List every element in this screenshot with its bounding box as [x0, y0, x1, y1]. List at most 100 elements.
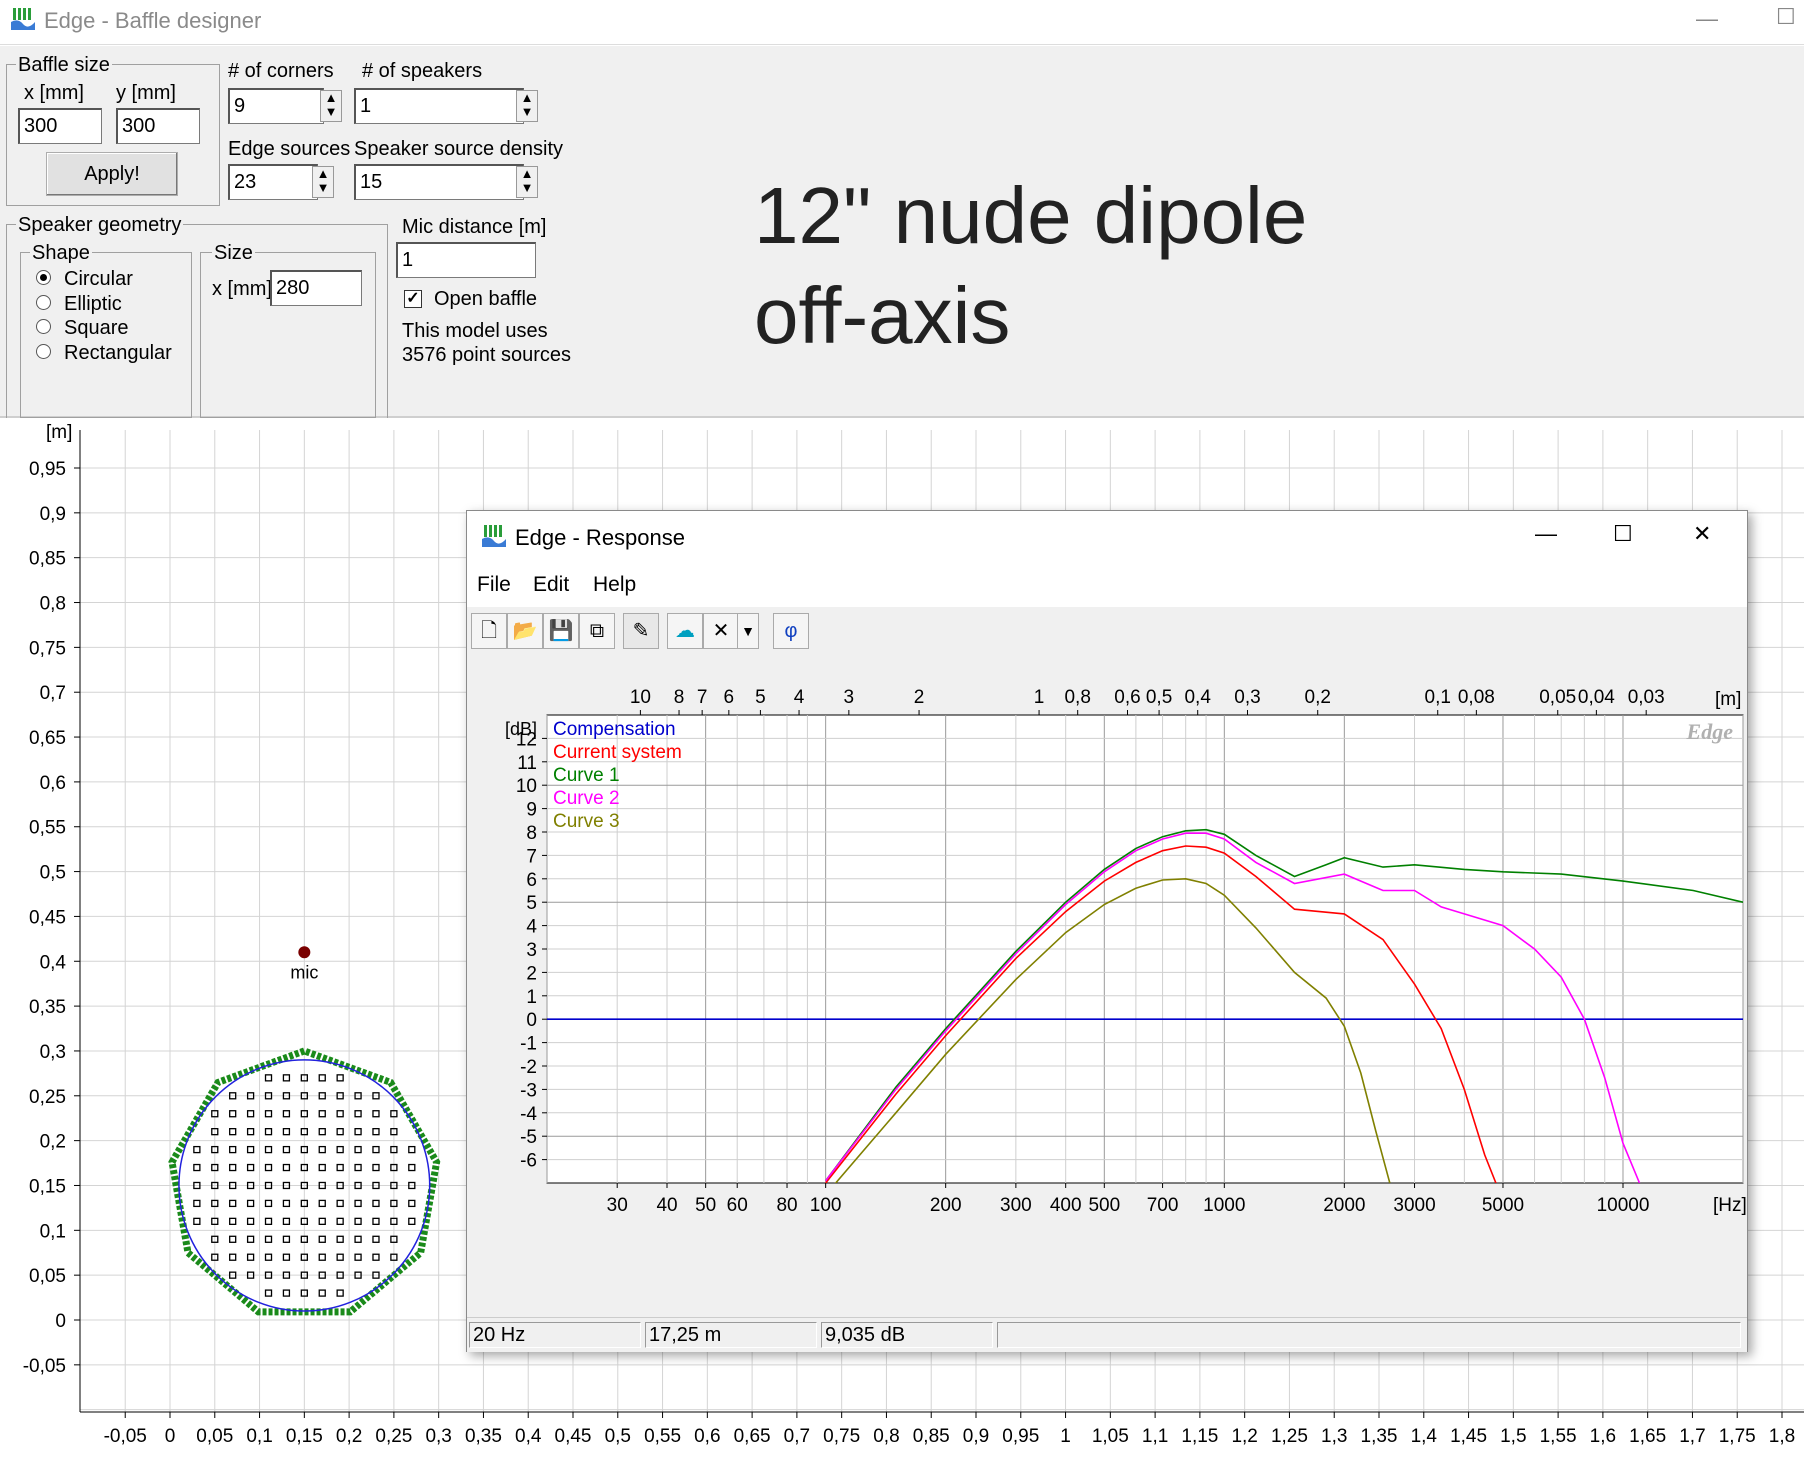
open-baffle-checkbox[interactable]: ✓ [404, 290, 422, 308]
menu-file[interactable]: File [477, 573, 511, 597]
pencil-icon[interactable]: ✎ [623, 613, 659, 649]
point-source [264, 1235, 273, 1243]
save-icon[interactable]: 💾 [543, 613, 579, 649]
point-source [318, 1163, 326, 1172]
response-y-tick-label: 0 [526, 1010, 537, 1031]
point-source [246, 1253, 255, 1261]
speakers-input[interactable]: 1 [354, 88, 524, 124]
point-source [372, 1253, 380, 1261]
baffle-y-unit: [m] [46, 422, 72, 443]
baffle-x-tick-label: 1,45 [1450, 1426, 1487, 1447]
point-source [246, 1199, 255, 1208]
speaker-density-label: Speaker source density [354, 138, 564, 160]
speaker-icon[interactable]: ☁ [667, 613, 703, 649]
baffle-y-tick-label: 0,4 [40, 952, 67, 973]
baffle-y-input[interactable]: 300 [116, 108, 200, 144]
speaker-density-spinner[interactable]: ▲ ▼ [516, 166, 538, 198]
open-folder-icon[interactable]: 📂 [507, 613, 543, 649]
chevron-down-icon[interactable]: ▼ [737, 613, 759, 649]
point-source [354, 1145, 362, 1154]
baffle-x-tick-label: 0,85 [913, 1426, 950, 1447]
phase-icon[interactable]: φ [773, 613, 809, 649]
response-minimize-button[interactable]: — [1535, 521, 1557, 547]
baffle-x-tick-label: 1,65 [1629, 1426, 1666, 1447]
point-source [264, 1217, 273, 1225]
point-source [354, 1128, 362, 1136]
speaker-geometry-label: Speaker geometry [16, 214, 184, 236]
response-maximize-button[interactable]: ☐ [1613, 521, 1633, 547]
point-source [246, 1217, 255, 1225]
mic-marker [298, 946, 311, 959]
mic-distance-input[interactable]: 1 [396, 242, 536, 278]
baffle-y-tick-label: 0,35 [29, 997, 66, 1018]
baffle-y-tick-label: 0,6 [40, 773, 66, 794]
point-source [282, 1110, 291, 1118]
response-top-tick-label: 0,2 [1305, 687, 1331, 708]
point-source [336, 1128, 344, 1136]
response-x-tick-label: 300 [1000, 1195, 1032, 1216]
edge-sources-spinner[interactable]: ▲ ▼ [312, 166, 334, 198]
apply-button[interactable]: Apply! [46, 152, 178, 196]
shape-rectangular-radio[interactable] [36, 344, 51, 359]
point-source [408, 1199, 416, 1208]
response-top-tick-label: 5 [755, 687, 766, 708]
edge-sources-label: Edge sources [228, 138, 351, 160]
baffle-x-tick-label: 1,15 [1181, 1426, 1218, 1447]
point-source [229, 1253, 237, 1261]
response-top-tick-label: 0,6 [1114, 687, 1140, 708]
shape-square-radio[interactable] [36, 319, 51, 334]
speaker-density-input[interactable]: 15 [354, 164, 524, 200]
legend-entry-compensation: Compensation [553, 719, 676, 740]
point-source [229, 1217, 237, 1225]
speakers-spinner[interactable]: ▲ ▼ [516, 90, 538, 122]
response-y-tick-label: -5 [520, 1127, 537, 1148]
point-source [372, 1199, 380, 1208]
menu-edit[interactable]: Edit [533, 573, 569, 597]
corners-input[interactable]: 9 [228, 88, 324, 124]
edge-sources-input[interactable]: 23 [228, 164, 318, 200]
response-x-tick-label: 80 [776, 1195, 797, 1216]
response-x-tick-label: 30 [607, 1195, 628, 1216]
response-close-button[interactable]: ✕ [1693, 521, 1711, 547]
point-source [193, 1145, 201, 1154]
baffle-x-label: x [mm] [24, 82, 84, 104]
corners-label: # of corners [228, 60, 334, 82]
shape-circular-radio[interactable] [36, 270, 51, 285]
point-source [318, 1235, 326, 1243]
size-x-input[interactable]: 280 [270, 270, 362, 306]
response-x-tick-label: 100 [810, 1195, 842, 1216]
response-y-tick-label: 4 [526, 917, 537, 938]
menu-help[interactable]: Help [593, 573, 636, 597]
response-top-tick-label: 0,3 [1234, 687, 1260, 708]
main-maximize-button[interactable]: ☐ [1776, 4, 1796, 30]
response-x-tick-label: 50 [695, 1195, 716, 1216]
mic-label: mic [290, 962, 318, 982]
point-source [193, 1163, 201, 1172]
response-graph-panel: 12 11 10 9 8 7 6 5 4 3 2 1 0 -1 -2 -3 -4 -5 -6 [dB] 30 40 50 60… [467, 655, 1747, 1325]
main-minimize-button[interactable]: — [1696, 6, 1718, 32]
point-source [193, 1217, 201, 1225]
response-y-tick-label: 9 [526, 800, 537, 821]
point-source [246, 1128, 255, 1136]
baffle-y-tick-label: 0,45 [29, 907, 66, 928]
response-top-tick-label: 10 [630, 687, 651, 708]
point-source [264, 1128, 273, 1136]
point-source [372, 1128, 380, 1136]
baffle-x-tick-label: 1,7 [1679, 1426, 1705, 1447]
corners-spinner[interactable]: ▲ ▼ [320, 90, 342, 122]
response-top-tick-label: 6 [724, 687, 735, 708]
point-source [336, 1145, 344, 1154]
new-file-icon[interactable]: 🗋 [471, 613, 507, 649]
point-source [336, 1074, 344, 1082]
response-chart[interactable]: 1211109876543210-1-2-3-4-5-6[dB]30 40 50 60… [467, 655, 1747, 1325]
baffle-x-input[interactable]: 300 [18, 108, 102, 144]
baffle-y-label: y [mm] [116, 82, 176, 104]
baffle-y-tick-label: 0,2 [40, 1132, 66, 1153]
baffle-x-tick-label: 0,8 [873, 1426, 899, 1447]
annotation-line1: 12" nude dipole [754, 171, 1308, 260]
copy-icon[interactable]: ⧉ [579, 613, 615, 649]
shape-elliptic-radio[interactable] [36, 295, 51, 310]
delete-curve-icon[interactable]: ✕ [703, 613, 739, 649]
main-title-bar: Edge - Baffle designer — ☐ [0, 0, 1804, 45]
point-source [246, 1163, 255, 1172]
